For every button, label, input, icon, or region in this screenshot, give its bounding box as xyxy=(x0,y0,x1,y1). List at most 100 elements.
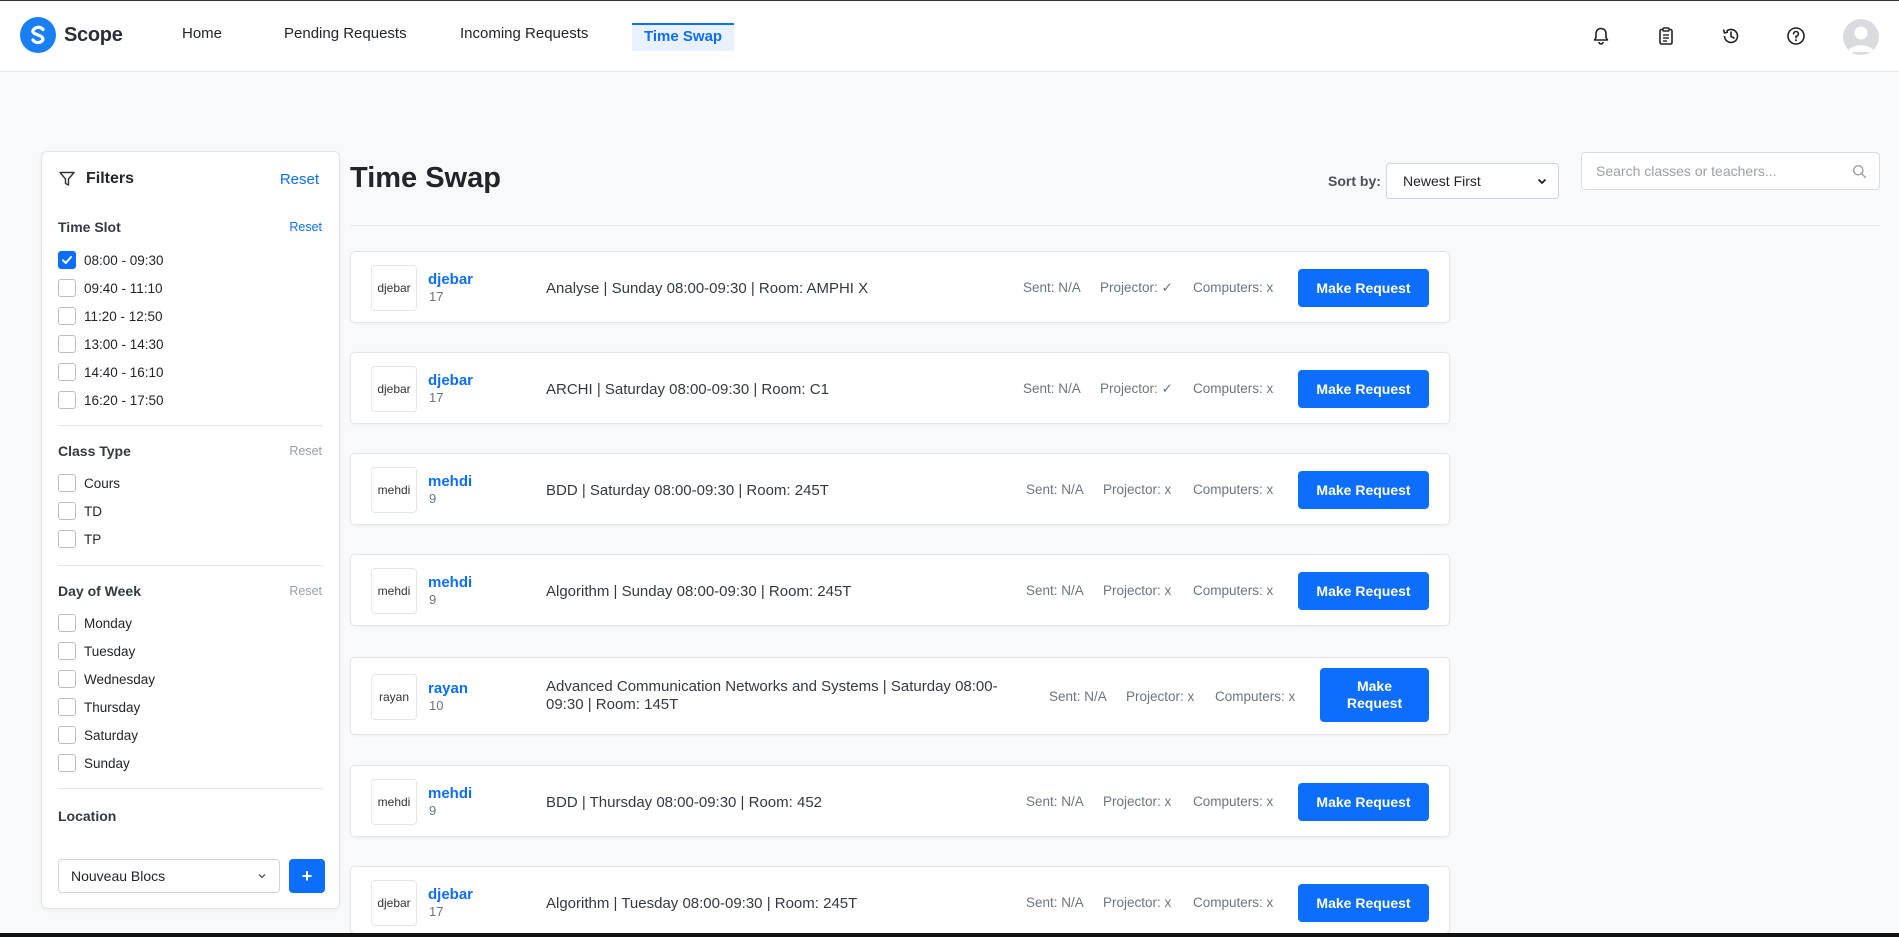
section-divider xyxy=(58,565,323,566)
bell-icon[interactable] xyxy=(1589,24,1613,48)
checkbox[interactable] xyxy=(58,335,76,353)
class-type-label: TP xyxy=(84,531,102,547)
teacher-name-link[interactable]: djebar xyxy=(428,372,473,389)
sort-label: Sort by: xyxy=(1328,173,1381,189)
projector-status: Projector: ✓ xyxy=(1100,381,1173,396)
time-slot-option[interactable]: 08:00 - 09:30 xyxy=(58,251,164,269)
brand[interactable]: Scope xyxy=(20,17,123,53)
make-request-button[interactable]: Make Request xyxy=(1298,884,1429,922)
class-description: Advanced Communication Networks and Syst… xyxy=(546,678,998,713)
teacher-count: 10 xyxy=(429,698,444,713)
class-description: ARCHI | Saturday 08:00-09:30 | Room: C1 xyxy=(546,381,829,398)
checkbox[interactable] xyxy=(58,614,76,632)
teacher-name-link[interactable]: rayan xyxy=(428,680,468,697)
make-request-button[interactable]: Make Request xyxy=(1298,269,1429,307)
checkbox[interactable] xyxy=(58,391,76,409)
class-description: Analyse | Sunday 08:00-09:30 | Room: AMP… xyxy=(546,280,869,297)
filters-panel: Filters Reset Time Slot Reset 08:00 - 09… xyxy=(41,151,340,909)
time-slot-option[interactable]: 16:20 - 17:50 xyxy=(58,391,164,409)
day-label: Sunday xyxy=(84,755,130,771)
day-option[interactable]: Tuesday xyxy=(58,642,135,660)
teacher-count: 9 xyxy=(429,592,437,607)
day-option[interactable]: Sunday xyxy=(58,754,130,772)
checkbox[interactable] xyxy=(58,754,76,772)
teacher-avatar-image: djebar xyxy=(371,880,417,926)
day-option[interactable]: Saturday xyxy=(58,726,138,744)
teacher-name-link[interactable]: djebar xyxy=(428,271,473,288)
day-label: Thursday xyxy=(84,699,141,715)
computers-status: Computers: x xyxy=(1193,280,1274,295)
projector-status: Projector: x xyxy=(1103,482,1172,497)
time-slot-option[interactable]: 09:40 - 11:10 xyxy=(58,279,163,297)
make-request-button[interactable]: Make Request xyxy=(1298,783,1429,821)
teacher-count: 17 xyxy=(429,390,444,405)
search-input[interactable] xyxy=(1596,163,1836,179)
checkbox[interactable] xyxy=(58,642,76,660)
nav-incoming-requests[interactable]: Incoming Requests xyxy=(460,25,588,42)
computers-status: Computers: x xyxy=(1215,689,1296,704)
section-divider xyxy=(58,788,323,789)
checkbox[interactable] xyxy=(58,670,76,688)
make-request-button[interactable]: Make Request xyxy=(1298,572,1429,610)
chevron-down-icon xyxy=(258,874,266,879)
swap-card: mehdi mehdi 9 BDD | Thursday 08:00-09:30… xyxy=(350,765,1450,837)
checkbox[interactable] xyxy=(58,307,76,325)
teacher-name-link[interactable]: djebar xyxy=(428,886,473,903)
teacher-count: 17 xyxy=(429,904,444,919)
projector-status: Projector: x xyxy=(1103,583,1172,598)
location-select[interactable]: Nouveau Blocs xyxy=(58,859,280,893)
checkbox[interactable] xyxy=(58,279,76,297)
teacher-name-link[interactable]: mehdi xyxy=(428,785,472,802)
sent-status: Sent: N/A xyxy=(1026,583,1084,598)
day-option[interactable]: Monday xyxy=(58,614,132,632)
day-option[interactable]: Thursday xyxy=(58,698,140,716)
filter-icon xyxy=(59,171,75,186)
checkbox[interactable] xyxy=(58,363,76,381)
class-type-reset-button[interactable]: Reset xyxy=(289,444,322,458)
top-navbar: Scope Home Pending Requests Incoming Req… xyxy=(0,1,1899,72)
checkbox[interactable] xyxy=(58,502,76,520)
help-icon[interactable] xyxy=(1784,24,1808,48)
user-avatar[interactable] xyxy=(1843,19,1879,55)
history-icon[interactable] xyxy=(1719,24,1743,48)
nav-home[interactable]: Home xyxy=(182,25,222,42)
swap-card: djebar djebar 17 Algorithm | Tuesday 08:… xyxy=(350,866,1450,934)
section-divider xyxy=(58,425,323,426)
reset-all-filters-button[interactable]: Reset xyxy=(280,171,319,188)
nav-time-swap[interactable]: Time Swap xyxy=(632,23,735,51)
make-request-button[interactable]: Make Request xyxy=(1298,370,1429,408)
time-slot-option[interactable]: 13:00 - 14:30 xyxy=(58,335,164,353)
teacher-name-link[interactable]: mehdi xyxy=(428,574,472,591)
sort-select[interactable]: Newest First xyxy=(1386,163,1559,199)
search-icon[interactable] xyxy=(1852,164,1867,179)
checkbox[interactable] xyxy=(58,726,76,744)
make-request-button[interactable]: Make Request xyxy=(1298,471,1429,509)
bottom-edge xyxy=(0,933,1899,937)
checkbox-checked[interactable] xyxy=(58,251,76,269)
teacher-name-link[interactable]: mehdi xyxy=(428,473,472,490)
sent-status: Sent: N/A xyxy=(1026,482,1084,497)
class-description: BDD | Thursday 08:00-09:30 | Room: 452 xyxy=(546,794,822,811)
nav-pending-requests[interactable]: Pending Requests xyxy=(284,25,407,42)
time-slot-option[interactable]: 11:20 - 12:50 xyxy=(58,307,163,325)
clipboard-icon[interactable] xyxy=(1654,24,1678,48)
projector-status: Projector: x xyxy=(1103,895,1172,910)
day-option[interactable]: Wednesday xyxy=(58,670,155,688)
day-label: Saturday xyxy=(84,727,139,743)
checkbox[interactable] xyxy=(58,474,76,492)
day-of-week-reset-button[interactable]: Reset xyxy=(289,584,322,598)
chevron-down-icon xyxy=(1537,178,1547,185)
checkbox[interactable] xyxy=(58,698,76,716)
class-type-option[interactable]: TD xyxy=(58,502,102,520)
make-request-button[interactable]: Make Request xyxy=(1320,668,1429,722)
computers-status: Computers: x xyxy=(1193,794,1274,809)
teacher-avatar-image: rayan xyxy=(371,674,417,720)
class-type-option[interactable]: Cours xyxy=(58,474,120,492)
add-location-button[interactable]: + xyxy=(289,859,325,893)
computers-status: Computers: x xyxy=(1193,583,1274,598)
checkbox[interactable] xyxy=(58,530,76,548)
search-box[interactable] xyxy=(1581,152,1880,190)
class-type-option[interactable]: TP xyxy=(58,530,101,548)
time-slot-option[interactable]: 14:40 - 16:10 xyxy=(58,363,164,381)
time-slot-reset-button[interactable]: Reset xyxy=(289,220,322,234)
